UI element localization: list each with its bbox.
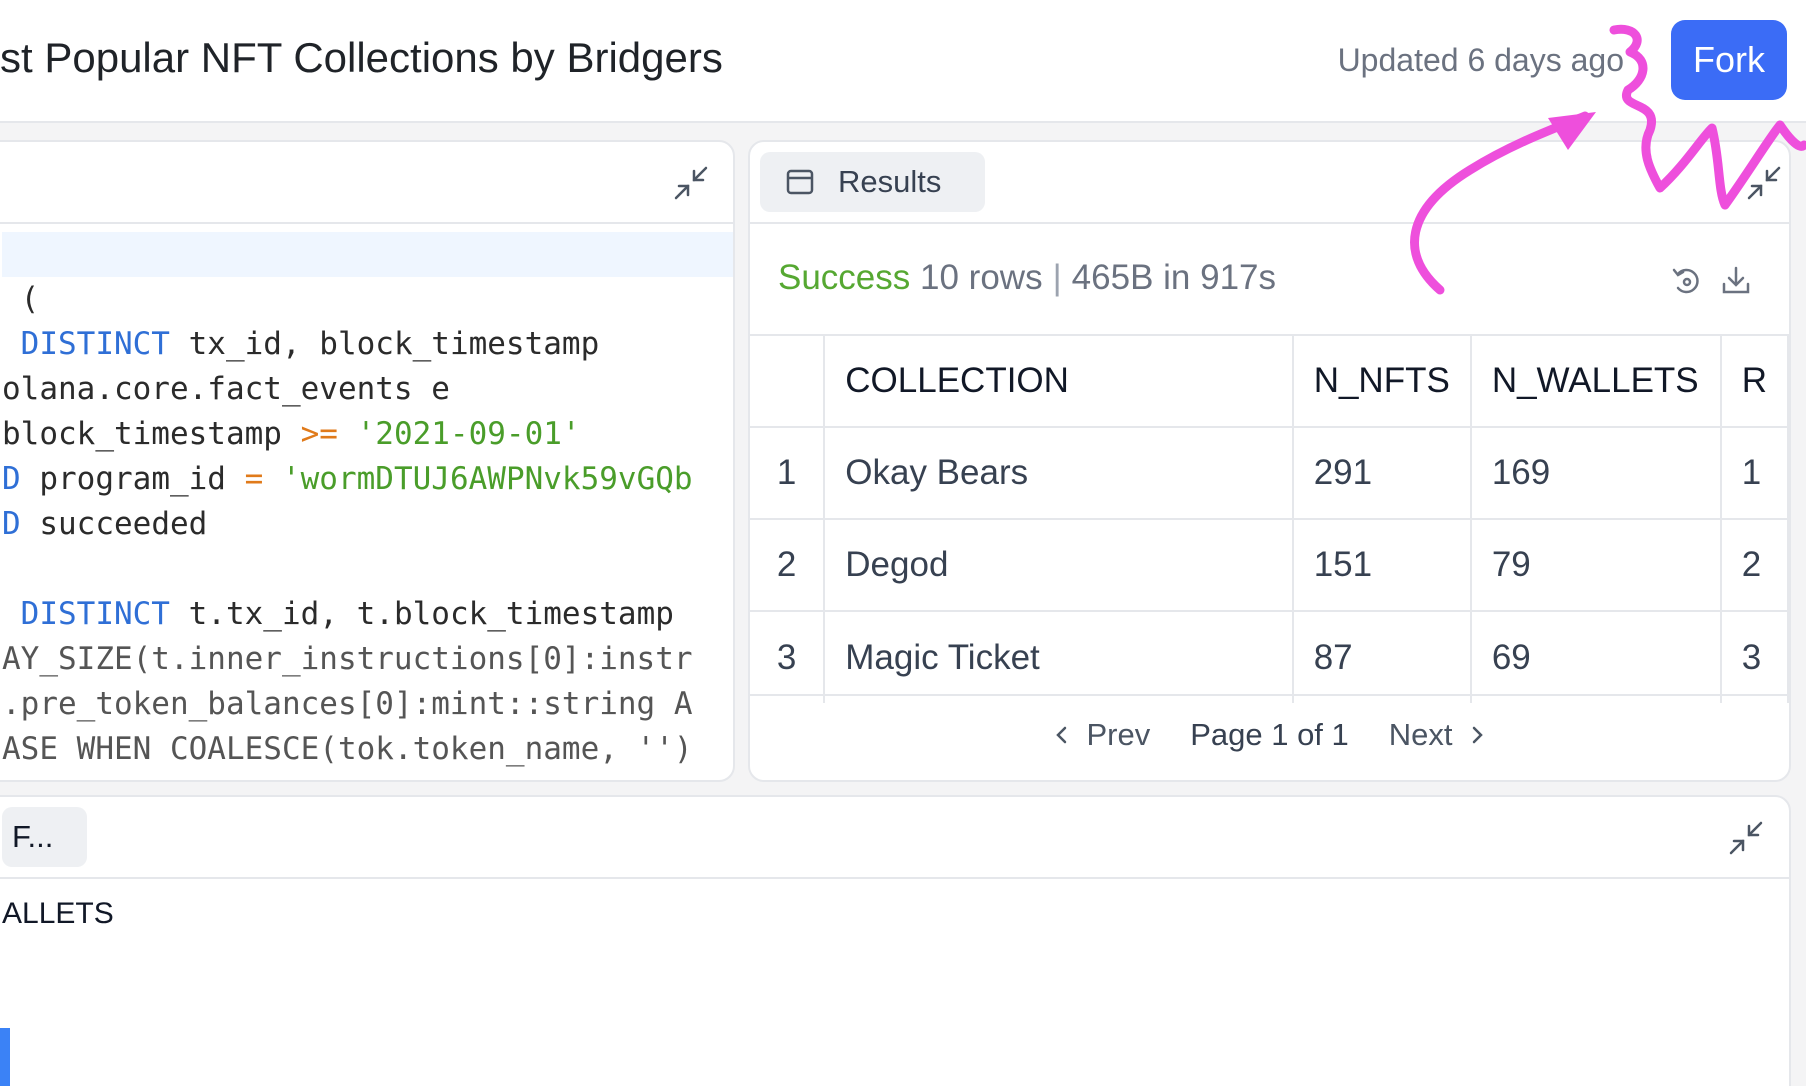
results-panel: Results Success 10 rows | 465B in 917s COL… (748, 140, 1791, 782)
query-editor-panel: ( DISTINCT tx_id, block_timestamp olana.c… (0, 140, 735, 782)
active-line-highlight (2, 232, 733, 277)
refresh-icon[interactable] (1670, 264, 1702, 296)
code-line: D succeeded (2, 502, 207, 547)
table-row: 3 Magic Ticket 87 69 3 (750, 610, 1789, 703)
updated-timestamp: Updated 6 days ago (1337, 42, 1624, 78)
prev-page-button[interactable]: Prev (1052, 717, 1150, 753)
tab-results-label: Results (838, 164, 942, 199)
code-token: olana.core.fact_events e (2, 371, 450, 407)
cell-rank: 3 (1720, 610, 1789, 703)
code-line: olana.core.fact_events e (2, 367, 450, 412)
code-token: .pre_token_balances[0]:mint::string A (2, 686, 693, 722)
editor-panel-header (0, 142, 733, 224)
chart-bar-fragment (0, 1028, 10, 1086)
download-icon[interactable] (1720, 264, 1752, 296)
chevron-left-icon (1056, 726, 1067, 744)
table-row: 1 Okay Bears 291 169 1 (750, 426, 1789, 519)
code-token: succeeded (20, 506, 208, 542)
cell-n-wallets: 169 (1470, 426, 1722, 519)
column-header-n-wallets[interactable]: N_WALLETS (1470, 334, 1722, 427)
cell-n-nfts: 151 (1292, 518, 1472, 611)
code-token: ( (2, 281, 40, 317)
page-indicator: Page 1 of 1 (1190, 717, 1349, 752)
cell-collection: Okay Bears (824, 426, 1294, 519)
next-page-button[interactable]: Next (1389, 717, 1487, 753)
next-page-label: Next (1388, 717, 1453, 752)
code-token: program_id (20, 461, 245, 497)
top-bar: st Popular NFT Collections by Bridgers U… (0, 0, 1806, 123)
code-token: = (244, 461, 264, 497)
code-token: ASE WHEN COALESCE(tok.token_name, '') (2, 731, 693, 767)
collapse-icon[interactable] (1745, 164, 1783, 202)
table-header-row: COLLECTION N_NFTS N_WALLETS R (750, 334, 1789, 427)
collapse-icon[interactable] (672, 164, 710, 202)
code-line: AY_SIZE(t.inner_instructions[0]:instr (2, 637, 693, 682)
cell-rank: 2 (1720, 518, 1789, 611)
tab-results[interactable]: Results (760, 152, 985, 212)
cell-n-wallets: 79 (1470, 518, 1722, 611)
fork-button[interactable]: Fork (1671, 20, 1787, 100)
code-editor[interactable]: ( DISTINCT tx_id, block_timestamp olana.c… (2, 232, 733, 780)
status-separator: | (1052, 258, 1062, 297)
chevron-right-icon (1472, 726, 1483, 744)
code-token: D (2, 461, 21, 497)
table-icon (786, 169, 814, 195)
code-token: '2021-09-01' (337, 416, 581, 452)
results-panel-header: Results (750, 142, 1789, 224)
code-token: D (2, 506, 21, 542)
cell-n-wallets: 69 (1470, 610, 1722, 703)
cell-collection: Degod (824, 518, 1294, 611)
code-token: AY_SIZE(t.inner_instructions[0]:instr (2, 641, 693, 677)
visualization-panel: F... ALLETS (0, 795, 1791, 1086)
cell-collection: Magic Ticket (824, 610, 1294, 703)
pagination: Prev Page 1 of 1 Next (750, 694, 1789, 774)
column-header-collection[interactable]: COLLECTION (824, 334, 1294, 427)
query-status: Success 10 rows | 465B in 917s (778, 258, 1276, 298)
code-token: >= (300, 416, 338, 452)
code-token: block_timestamp (2, 416, 301, 452)
code-line: block_timestamp >= '2021-09-01' (2, 412, 581, 457)
status-success: Success (778, 258, 911, 297)
visualization-panel-header: F... (0, 797, 1789, 879)
code-token: DISTINCT (2, 326, 170, 362)
row-index: 2 (750, 518, 826, 611)
collapse-icon[interactable] (1727, 819, 1765, 857)
column-header-n-nfts[interactable]: N_NFTS (1292, 334, 1472, 427)
code-line: DISTINCT tx_id, block_timestamp (2, 322, 600, 367)
code-token: tx_id, block_timestamp (169, 326, 600, 362)
column-header-index[interactable] (750, 334, 826, 427)
code-line: DISTINCT t.tx_id, t.block_timestamp (2, 592, 674, 637)
visualization-label: ALLETS (2, 897, 114, 930)
page-title: st Popular NFT Collections by Bridgers (0, 34, 723, 81)
results-table: COLLECTION N_NFTS N_WALLETS R 1 Okay Bea… (750, 334, 1789, 703)
code-line: ( (2, 277, 40, 322)
prev-page-label: Prev (1086, 717, 1151, 752)
status-rows: 10 rows (920, 258, 1043, 297)
cell-n-nfts: 291 (1292, 426, 1472, 519)
column-header-rank[interactable]: R (1720, 334, 1789, 427)
table-row: 2 Degod 151 79 2 (750, 518, 1789, 611)
cell-n-nfts: 87 (1292, 610, 1472, 703)
status-meta: 465B in 917s (1071, 258, 1276, 297)
code-line: ASE WHEN COALESCE(tok.token_name, '') (2, 727, 693, 772)
code-token: DISTINCT (2, 596, 170, 632)
row-index: 1 (750, 426, 826, 519)
code-token: 'wormDTUJ6AWPNvk59vGQb (263, 461, 693, 497)
code-line: D program_id = 'wormDTUJ6AWPNvk59vGQb (2, 457, 693, 502)
tab-visualization[interactable]: F... (2, 807, 87, 867)
code-line: .pre_token_balances[0]:mint::string A (2, 682, 693, 727)
cell-rank: 1 (1720, 426, 1789, 519)
code-token: t.tx_id, t.block_timestamp (169, 596, 674, 632)
row-index: 3 (750, 610, 826, 703)
